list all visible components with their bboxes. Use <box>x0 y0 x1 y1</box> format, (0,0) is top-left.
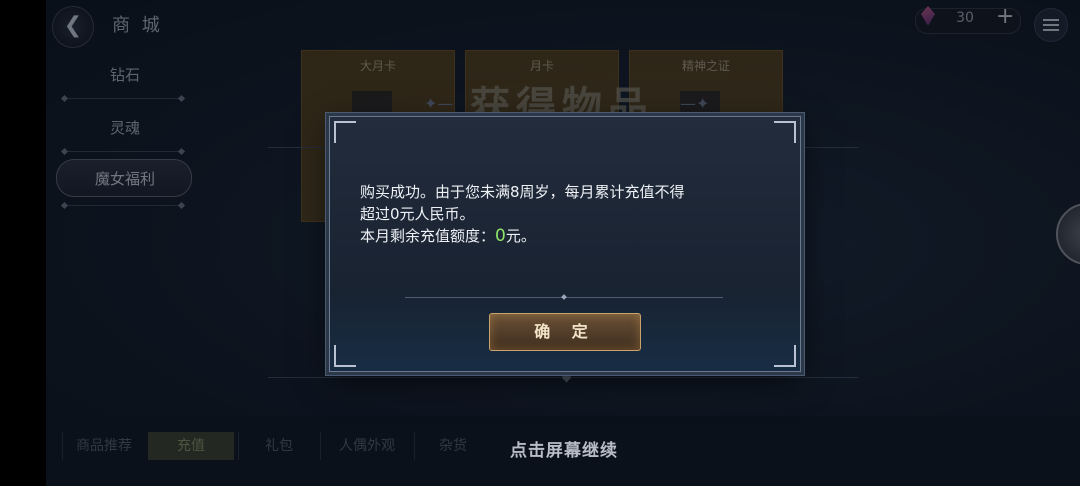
message-line: 购买成功。由于您未满8周岁，每月累计充值不得 <box>360 183 685 201</box>
quota-unit: 元。 <box>505 227 536 245</box>
purchase-dialog: 购买成功。由于您未满8周岁，每月累计充值不得 超过0元人民币。 本月剩余充值额度… <box>329 116 801 372</box>
quota-value: 0 <box>495 226 506 246</box>
quota-label: 本月剩余充值额度： <box>360 227 496 245</box>
message-line: 本月剩余充值额度：0元。 <box>360 225 770 247</box>
left-black-bar <box>0 0 46 486</box>
corner-ornament-icon <box>774 345 796 367</box>
corner-ornament-icon <box>774 121 796 143</box>
confirm-button[interactable]: 确 定 <box>489 313 641 351</box>
message-line: 超过0元人民币。 <box>360 205 475 223</box>
corner-ornament-icon <box>334 121 356 143</box>
corner-ornament-icon <box>334 345 356 367</box>
screen: ❮ 商 城 30 + 钻石 灵魂 魔女福利 大月卡 月卡 精神之证 ✦— —✦ … <box>0 0 1080 486</box>
dialog-divider <box>405 297 723 298</box>
dialog-message: 购买成功。由于您未满8周岁，每月累计充值不得 超过0元人民币。 本月剩余充值额度… <box>360 181 770 247</box>
tap-to-continue-text: 点击屏幕继续 <box>510 441 618 461</box>
